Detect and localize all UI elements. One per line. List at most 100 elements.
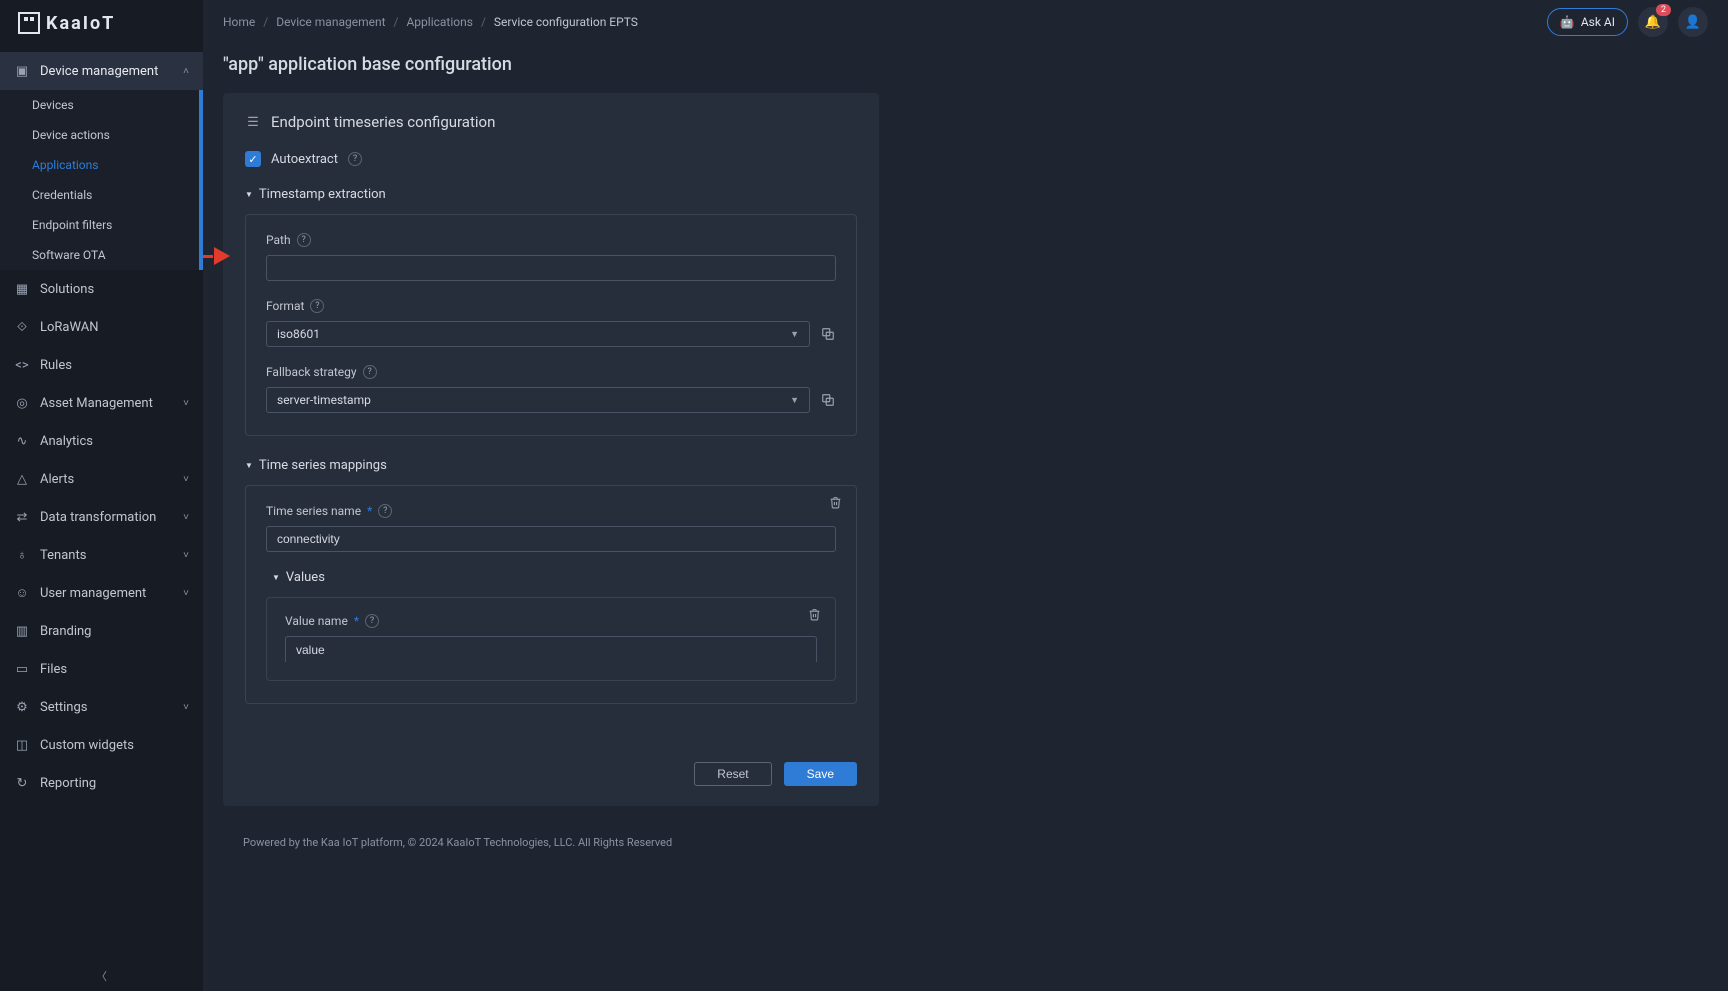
chevron-down-icon: ˅ bbox=[183, 588, 189, 599]
nav-label: Device management bbox=[40, 64, 158, 79]
card-header: ☰ Endpoint timeseries configuration bbox=[223, 93, 879, 145]
save-button[interactable]: Save bbox=[784, 762, 857, 786]
reset-button[interactable]: Reset bbox=[694, 762, 771, 786]
help-icon[interactable]: ? bbox=[378, 504, 392, 518]
breadcrumbs: Home / Device management / Applications … bbox=[223, 15, 638, 29]
refresh-icon: ↻ bbox=[14, 775, 30, 791]
nav-label: LoRaWAN bbox=[40, 320, 99, 335]
sub-applications[interactable]: Applications bbox=[0, 150, 199, 180]
nav-reporting[interactable]: ↻ Reporting bbox=[0, 764, 203, 802]
widgets-icon: ◫ bbox=[14, 737, 30, 753]
users-icon: ☺ bbox=[14, 585, 30, 601]
separator-icon: / bbox=[481, 15, 486, 29]
value-name-label: Value name bbox=[285, 614, 348, 628]
building-icon: ▥ bbox=[14, 623, 30, 639]
crumb-current: Service configuration EPTS bbox=[494, 15, 638, 29]
chevron-down-icon: ˅ bbox=[183, 702, 189, 713]
nav-user-management[interactable]: ☺ User management ˅ bbox=[0, 574, 203, 612]
collapse-sidebar-button[interactable]: 〈 bbox=[0, 961, 203, 991]
separator-icon: / bbox=[394, 15, 399, 29]
sub-software-ota[interactable]: Software OTA bbox=[0, 240, 199, 270]
autoextract-checkbox[interactable]: ✓ bbox=[245, 151, 261, 167]
time-series-mappings-toggle[interactable]: ▼ Time series mappings bbox=[245, 458, 857, 473]
nav-alerts[interactable]: △ Alerts ˅ bbox=[0, 460, 203, 498]
nav-label: Custom widgets bbox=[40, 738, 134, 753]
value-name-input[interactable] bbox=[285, 636, 817, 662]
help-icon[interactable]: ? bbox=[365, 614, 379, 628]
nav-asset-management[interactable]: ◎ Asset Management ˅ bbox=[0, 384, 203, 422]
timestamp-extraction-toggle[interactable]: ▼ Timestamp extraction bbox=[245, 187, 857, 202]
config-card: ☰ Endpoint timeseries configuration ✓ Au… bbox=[223, 93, 879, 806]
crumb-device-management[interactable]: Device management bbox=[276, 15, 385, 29]
delete-value-button[interactable] bbox=[808, 608, 821, 625]
autoextract-label: Autoextract bbox=[271, 152, 338, 167]
format-value: iso8601 bbox=[277, 327, 320, 341]
nav-lorawan[interactable]: ⟐ LoRaWAN bbox=[0, 308, 203, 346]
help-icon[interactable]: ? bbox=[348, 152, 362, 166]
nav-tenants[interactable]: ♁ Tenants ˅ bbox=[0, 536, 203, 574]
sub-endpoint-filters[interactable]: Endpoint filters bbox=[0, 210, 199, 240]
footer-note: Powered by the Kaa IoT platform, © 2024 … bbox=[223, 806, 1708, 869]
fallback-value: server-timestamp bbox=[277, 393, 371, 407]
copy-button[interactable] bbox=[820, 392, 836, 408]
ask-ai-label: Ask AI bbox=[1581, 15, 1615, 29]
help-icon[interactable]: ? bbox=[363, 365, 377, 379]
nav-files[interactable]: ▭ Files bbox=[0, 650, 203, 688]
ts-name-input[interactable] bbox=[266, 526, 836, 552]
values-toggle[interactable]: ▼ Values bbox=[272, 570, 836, 585]
nav-rules[interactable]: <> Rules bbox=[0, 346, 203, 384]
ask-ai-button[interactable]: 🤖 Ask AI bbox=[1547, 8, 1628, 36]
nav-settings[interactable]: ⚙ Settings ˅ bbox=[0, 688, 203, 726]
section-title: Values bbox=[286, 570, 325, 585]
sub-credentials[interactable]: Credentials bbox=[0, 180, 199, 210]
crumb-home[interactable]: Home bbox=[223, 15, 255, 29]
nav-branding[interactable]: ▥ Branding bbox=[0, 612, 203, 650]
main: Home / Device management / Applications … bbox=[203, 0, 1728, 991]
nav-label: Alerts bbox=[40, 472, 74, 487]
logo-mark-icon bbox=[18, 12, 40, 34]
copy-button[interactable] bbox=[820, 326, 836, 342]
topbar: Home / Device management / Applications … bbox=[203, 0, 1728, 44]
transform-icon: ⇄ bbox=[14, 509, 30, 525]
nav-solutions[interactable]: ▦ Solutions bbox=[0, 270, 203, 308]
nav-device-management[interactable]: ▣ Device management ˄ bbox=[0, 52, 203, 90]
ts-name-label: Time series name bbox=[266, 504, 361, 518]
sub-device-actions[interactable]: Device actions bbox=[0, 120, 199, 150]
caret-down-icon: ▼ bbox=[245, 461, 253, 470]
nav-data-transformation[interactable]: ⇄ Data transformation ˅ bbox=[0, 498, 203, 536]
mappings-panel: Time series name* ? ▼ Values bbox=[245, 485, 857, 704]
antenna-icon: ⟐ bbox=[14, 319, 30, 335]
path-label: Path bbox=[266, 233, 291, 247]
nav-label: Analytics bbox=[40, 434, 93, 449]
nav-label: Branding bbox=[40, 624, 91, 639]
separator-icon: / bbox=[263, 15, 268, 29]
brand-text: KaaIoT bbox=[46, 13, 115, 34]
user-icon: 👤 bbox=[1685, 15, 1701, 30]
tree-icon: ♁ bbox=[14, 547, 30, 563]
crumb-applications[interactable]: Applications bbox=[406, 15, 472, 29]
nav-analytics[interactable]: ∿ Analytics bbox=[0, 422, 203, 460]
profile-button[interactable]: 👤 bbox=[1678, 7, 1708, 37]
bell-icon: △ bbox=[14, 471, 30, 487]
format-select[interactable]: iso8601 ▼ bbox=[266, 321, 810, 347]
nav-custom-widgets[interactable]: ◫ Custom widgets bbox=[0, 726, 203, 764]
notifications-badge: 2 bbox=[1656, 4, 1671, 16]
delete-mapping-button[interactable] bbox=[829, 496, 842, 513]
fallback-select[interactable]: server-timestamp ▼ bbox=[266, 387, 810, 413]
code-icon: <> bbox=[14, 357, 30, 373]
path-input[interactable] bbox=[266, 255, 836, 281]
notifications-button[interactable]: 🔔 2 bbox=[1638, 7, 1668, 37]
nav-label: Reporting bbox=[40, 776, 96, 791]
value-panel: Value name* ? bbox=[266, 597, 836, 681]
chevron-down-icon: ˅ bbox=[183, 550, 189, 561]
nav-device-management-sub: Devices Device actions Applications Cred… bbox=[0, 90, 203, 270]
fallback-label: Fallback strategy bbox=[266, 365, 357, 379]
nav-label: Files bbox=[40, 662, 67, 677]
nav-label: Settings bbox=[40, 700, 87, 715]
help-icon[interactable]: ? bbox=[297, 233, 311, 247]
sub-devices[interactable]: Devices bbox=[0, 90, 199, 120]
caret-down-icon: ▼ bbox=[790, 329, 799, 340]
chip-icon: ▣ bbox=[14, 63, 30, 79]
help-icon[interactable]: ? bbox=[310, 299, 324, 313]
logo[interactable]: KaaIoT bbox=[0, 0, 203, 52]
